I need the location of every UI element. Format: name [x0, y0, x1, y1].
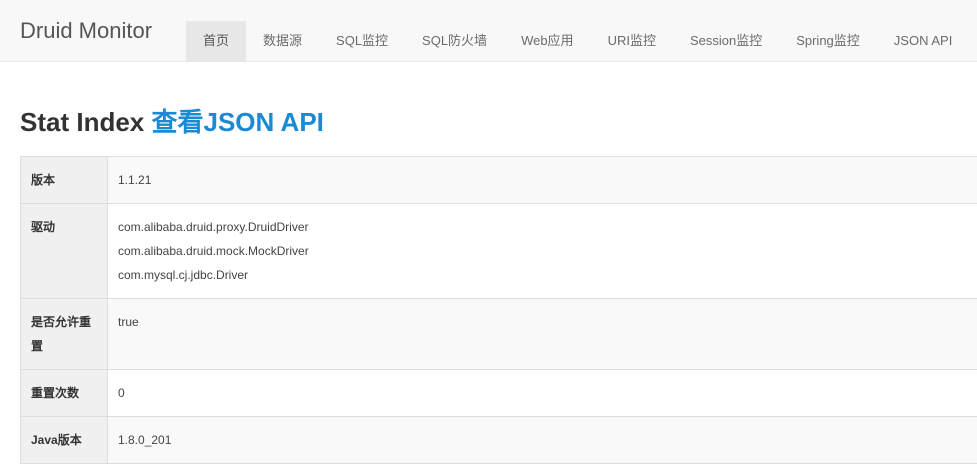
- value-line: com.mysql.cj.jdbc.Driver: [118, 263, 977, 287]
- row-value-reset-count: 0: [108, 370, 977, 417]
- nav-item-spring[interactable]: Spring监控: [779, 21, 877, 61]
- page-title-text: Stat Index: [20, 107, 144, 137]
- value-line: 1.1.21: [118, 168, 977, 192]
- row-label-drivers: 驱动: [21, 204, 108, 299]
- json-api-link[interactable]: 查看JSON API: [151, 107, 323, 137]
- value-line: com.alibaba.druid.mock.MockDriver: [118, 239, 977, 263]
- stat-table: 版本 1.1.21 驱动 com.alibaba.druid.proxy.Dru…: [20, 156, 977, 464]
- page-title: Stat Index 查看JSON API: [20, 104, 324, 140]
- row-value-reset-enable: true: [108, 299, 977, 370]
- row-label-reset-count: 重置次数: [21, 370, 108, 417]
- row-label-java-version: Java版本: [21, 417, 108, 464]
- navbar: Druid Monitor 首页 数据源 SQL监控 SQL防火墙 Web应用 …: [0, 0, 977, 62]
- table-row: 驱动 com.alibaba.druid.proxy.DruidDriver c…: [21, 204, 977, 299]
- nav-item-datasource[interactable]: 数据源: [246, 21, 319, 61]
- nav-item-sql[interactable]: SQL监控: [319, 21, 405, 61]
- nav-item-json-api[interactable]: JSON API: [877, 21, 970, 61]
- nav-item-uri[interactable]: URI监控: [591, 21, 673, 61]
- nav-item-session[interactable]: Session监控: [673, 21, 779, 61]
- value-line: 0: [118, 381, 977, 405]
- table-row: 重置次数 0: [21, 370, 977, 417]
- value-line: com.alibaba.druid.proxy.DruidDriver: [118, 215, 977, 239]
- brand-logo[interactable]: Druid Monitor: [20, 0, 152, 62]
- nav-menu: 首页 数据源 SQL监控 SQL防火墙 Web应用 URI监控 Session监…: [186, 21, 969, 61]
- row-label-reset-enable: 是否允许重置: [21, 299, 108, 370]
- nav-item-wall[interactable]: SQL防火墙: [405, 21, 504, 61]
- table-row: Java版本 1.8.0_201: [21, 417, 977, 464]
- nav-item-home[interactable]: 首页: [186, 21, 246, 61]
- row-value-java-version: 1.8.0_201: [108, 417, 977, 464]
- table-row: 版本 1.1.21: [21, 157, 977, 204]
- row-value-version: 1.1.21: [108, 157, 977, 204]
- row-label-version: 版本: [21, 157, 108, 204]
- nav-item-webapp[interactable]: Web应用: [504, 21, 591, 61]
- row-value-drivers: com.alibaba.druid.proxy.DruidDriver com.…: [108, 204, 977, 299]
- table-row: 是否允许重置 true: [21, 299, 977, 370]
- value-line: true: [118, 310, 977, 334]
- value-line: 1.8.0_201: [118, 428, 977, 452]
